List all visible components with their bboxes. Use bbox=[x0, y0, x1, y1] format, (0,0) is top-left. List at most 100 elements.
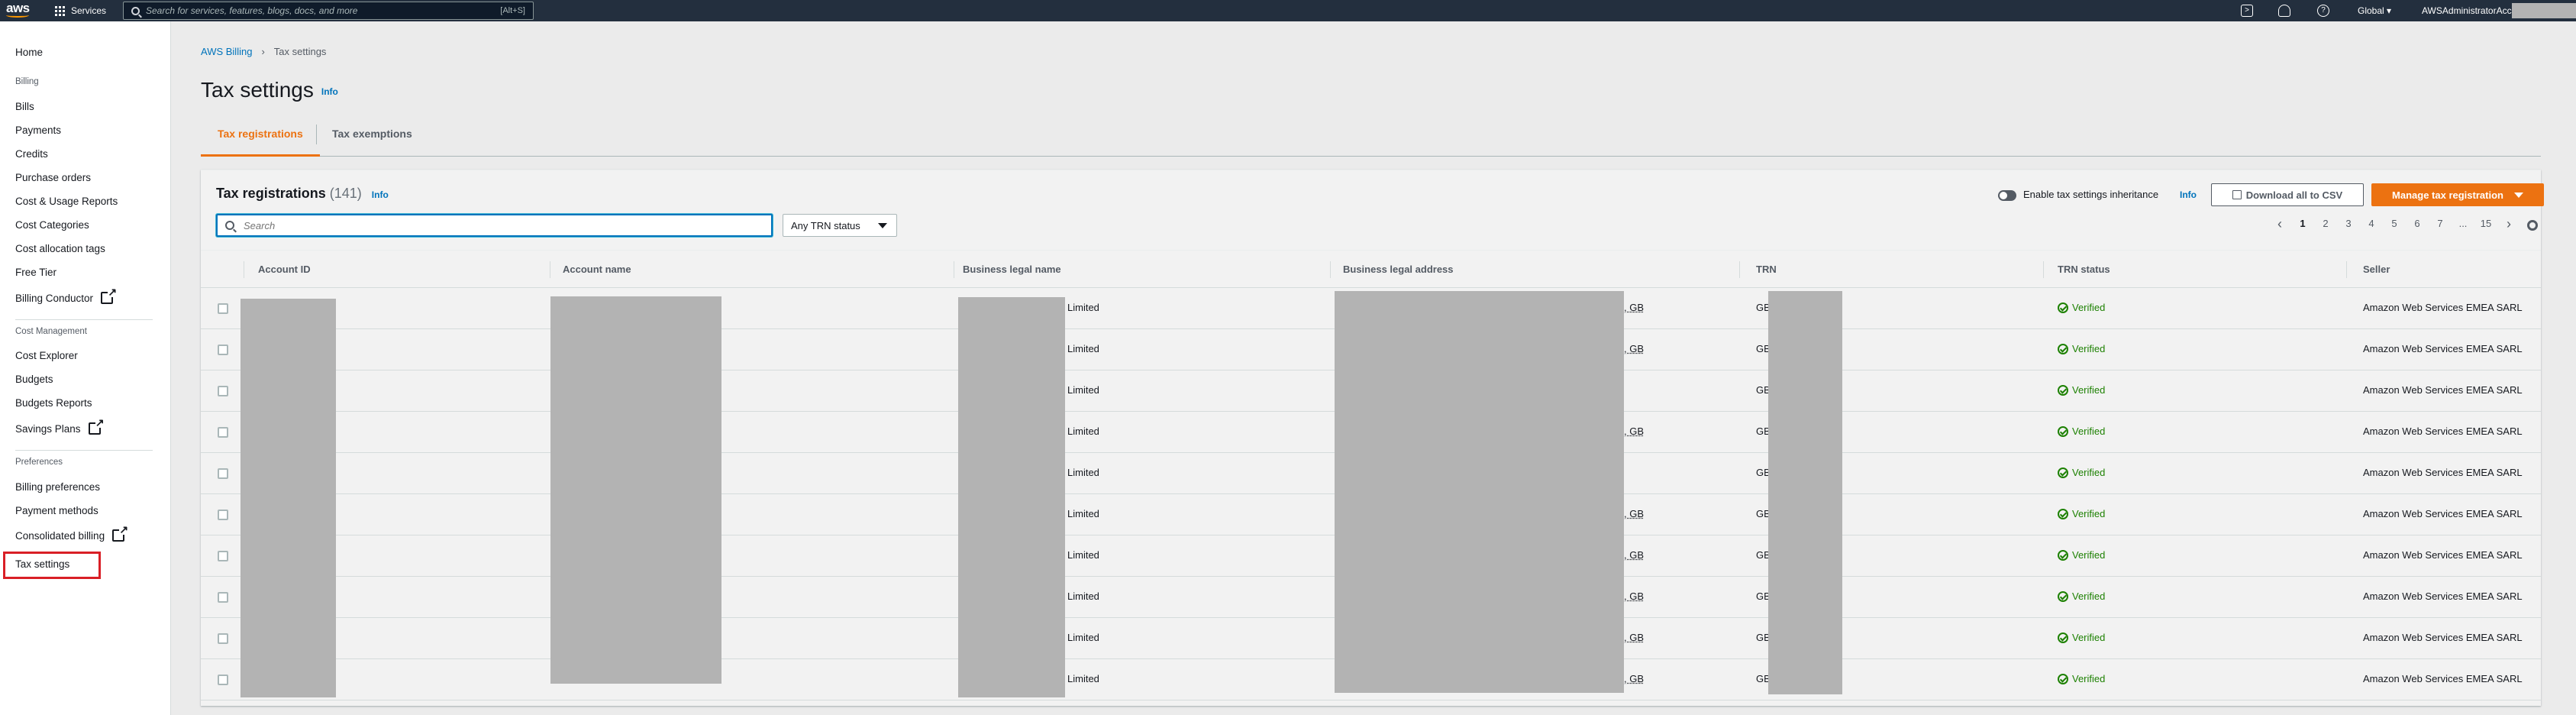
column-account-name[interactable]: Account name bbox=[563, 251, 631, 289]
trn-status-cell: Verified bbox=[2058, 467, 2105, 478]
panel-info-link[interactable]: Info bbox=[372, 189, 389, 200]
sidebar-item-label: Consolidated billing bbox=[15, 529, 105, 542]
page-info-link[interactable]: Info bbox=[321, 86, 338, 97]
verified-check-icon bbox=[2058, 590, 2068, 602]
table-header: Account ID Account name Business legal n… bbox=[201, 250, 2541, 288]
sidebar-item-budgets-reports[interactable]: Budgets Reports bbox=[15, 397, 92, 409]
page-15-button[interactable]: 15 bbox=[2474, 218, 2497, 229]
trn-status-label: Verified bbox=[2072, 467, 2106, 478]
sidebar-item-bills[interactable]: Bills bbox=[15, 101, 34, 112]
row-checkbox[interactable] bbox=[218, 468, 228, 479]
sidebar-item-free-tier[interactable]: Free Tier bbox=[15, 267, 56, 278]
tab-tax-registrations[interactable]: Tax registrations bbox=[201, 117, 320, 157]
download-csv-button[interactable]: Download all to CSV bbox=[2211, 183, 2364, 206]
sidebar-item-payments[interactable]: Payments bbox=[15, 125, 61, 136]
sidebar-item-label: Billing Conductor bbox=[15, 292, 94, 304]
page-2-button[interactable]: 2 bbox=[2314, 218, 2337, 229]
business-legal-address-cell: , GB bbox=[1624, 673, 1645, 684]
column-trn-status[interactable]: TRN status bbox=[2058, 251, 2110, 289]
sidebar-item-billing-conductor[interactable]: Billing Conductor bbox=[15, 286, 118, 304]
tax-inheritance-info-link[interactable]: Info bbox=[2180, 189, 2197, 200]
column-business-legal-name[interactable]: Business legal name bbox=[963, 251, 1061, 289]
services-grid-icon bbox=[55, 5, 65, 16]
trn-status-cell: Verified bbox=[2058, 549, 2105, 561]
row-checkbox[interactable] bbox=[218, 303, 228, 314]
row-checkbox[interactable] bbox=[218, 675, 228, 685]
trn-status-label: Verified bbox=[2072, 673, 2106, 684]
page-3-button[interactable]: 3 bbox=[2337, 218, 2360, 229]
caret-down-icon bbox=[878, 222, 887, 228]
sidebar-item-consolidated-billing[interactable]: Consolidated billing bbox=[15, 524, 129, 542]
pagination-next-icon[interactable]: › bbox=[2497, 217, 2520, 231]
table-preferences-gear-icon[interactable] bbox=[2527, 220, 2538, 231]
business-legal-name-cell: Limited bbox=[1067, 673, 1099, 684]
help-icon[interactable]: ? bbox=[2317, 5, 2329, 17]
manage-tax-registration-label: Manage tax registration bbox=[2392, 189, 2503, 201]
cloudshell-icon[interactable]: > bbox=[2241, 5, 2253, 17]
verified-check-icon bbox=[2058, 425, 2068, 437]
sidebar-item-home[interactable]: Home bbox=[15, 47, 43, 58]
trn-status-label: Verified bbox=[2072, 632, 2106, 643]
verified-check-icon bbox=[2058, 384, 2068, 396]
services-menu-button[interactable]: Services bbox=[55, 5, 106, 16]
row-checkbox[interactable] bbox=[218, 592, 228, 603]
page-1-button[interactable]: 1 bbox=[2291, 218, 2314, 229]
column-business-legal-address[interactable]: Business legal address bbox=[1343, 251, 1454, 289]
breadcrumb-aws-billing[interactable]: AWS Billing bbox=[201, 46, 252, 57]
page-5-button[interactable]: 5 bbox=[2383, 218, 2406, 229]
row-checkbox[interactable] bbox=[218, 345, 228, 355]
business-legal-address-cell: , GB bbox=[1624, 425, 1645, 437]
seller-cell: Amazon Web Services EMEA SARL bbox=[2363, 508, 2523, 519]
row-checkbox[interactable] bbox=[218, 633, 228, 644]
row-checkbox[interactable] bbox=[218, 510, 228, 520]
column-account-id[interactable]: Account ID bbox=[258, 251, 311, 289]
business-legal-address-cell: , GB bbox=[1624, 549, 1645, 561]
row-checkbox[interactable] bbox=[218, 551, 228, 561]
page-6-button[interactable]: 6 bbox=[2406, 218, 2429, 229]
column-separator bbox=[1330, 261, 1331, 278]
sidebar-item-cost-usage-reports[interactable]: Cost & Usage Reports bbox=[15, 196, 118, 207]
sidebar-item-budgets[interactable]: Budgets bbox=[15, 374, 53, 385]
global-search-placeholder: Search for services, features, blogs, do… bbox=[146, 5, 358, 16]
registration-search-field[interactable] bbox=[216, 214, 773, 237]
sidebar-item-credits[interactable]: Credits bbox=[15, 148, 48, 160]
column-seller[interactable]: Seller bbox=[2363, 251, 2390, 289]
trn-status-filter[interactable]: Any TRN status bbox=[783, 214, 897, 237]
sidebar-item-cost-categories[interactable]: Cost Categories bbox=[15, 219, 89, 231]
tax-settings-highlight-box bbox=[3, 552, 101, 579]
registration-search-input[interactable] bbox=[244, 219, 740, 231]
trn-status-filter-value: Any TRN status bbox=[791, 219, 860, 231]
business-legal-name-cell: Limited bbox=[1067, 343, 1099, 354]
page-4-button[interactable]: 4 bbox=[2360, 218, 2383, 229]
trn-status-cell: Verified bbox=[2058, 673, 2105, 684]
notifications-bell-icon[interactable] bbox=[2278, 5, 2290, 17]
sidebar-item-cost-allocation-tags[interactable]: Cost allocation tags bbox=[15, 243, 105, 254]
sidebar-item-billing-preferences[interactable]: Billing preferences bbox=[15, 481, 100, 493]
sidebar-item-payment-methods[interactable]: Payment methods bbox=[15, 505, 98, 516]
trn-status-label: Verified bbox=[2072, 508, 2106, 519]
global-search-input[interactable]: Search for services, features, blogs, do… bbox=[123, 2, 534, 20]
region-selector[interactable]: Global ▾ bbox=[2358, 5, 2391, 16]
row-checkbox[interactable] bbox=[218, 427, 228, 438]
sidebar-divider bbox=[15, 450, 153, 451]
sidebar-item-savings-plans[interactable]: Savings Plans bbox=[15, 417, 105, 435]
page-title-text: Tax settings bbox=[201, 78, 314, 102]
seller-cell: Amazon Web Services EMEA SARL bbox=[2363, 343, 2523, 354]
manage-tax-registration-button[interactable]: Manage tax registration bbox=[2371, 183, 2544, 206]
verified-check-icon bbox=[2058, 343, 2068, 354]
pagination-prev-icon[interactable]: ‹ bbox=[2268, 217, 2291, 231]
external-link-icon bbox=[112, 524, 129, 542]
page-7-button[interactable]: 7 bbox=[2429, 218, 2452, 229]
business-legal-name-cell: Limited bbox=[1067, 549, 1099, 561]
tax-inheritance-toggle[interactable] bbox=[1998, 190, 2016, 201]
verified-check-icon bbox=[2058, 673, 2068, 684]
seller-cell: Amazon Web Services EMEA SARL bbox=[2363, 590, 2523, 602]
row-checkbox[interactable] bbox=[218, 386, 228, 396]
sidebar-item-purchase-orders[interactable]: Purchase orders bbox=[15, 172, 91, 183]
redacted-business-addresses bbox=[1335, 291, 1624, 693]
tab-tax-exemptions[interactable]: Tax exemptions bbox=[315, 117, 429, 157]
sidebar-item-cost-explorer[interactable]: Cost Explorer bbox=[15, 350, 78, 361]
business-legal-address-cell: , GB bbox=[1624, 508, 1645, 519]
sidebar-divider bbox=[15, 319, 153, 320]
column-trn[interactable]: TRN bbox=[1756, 251, 1777, 289]
